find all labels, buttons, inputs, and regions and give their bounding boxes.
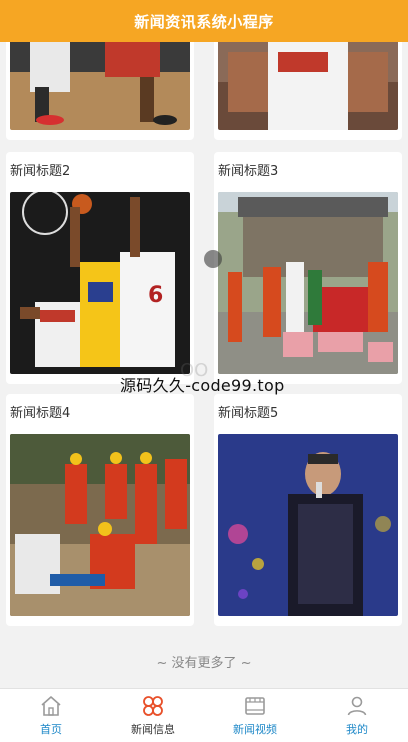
news-thumbnail[interactable]: [10, 42, 190, 130]
tab-news-video[interactable]: 新闻视频: [204, 689, 306, 742]
tab-label: 新闻信息: [131, 723, 175, 736]
app-header: 新闻资讯系统小程序: [0, 0, 408, 42]
video-frame-icon: [245, 697, 265, 715]
news-card[interactable]: 新闻标题3: [214, 152, 402, 384]
scroll-indicator-dot: [204, 250, 222, 268]
news-card[interactable]: [214, 42, 402, 140]
bottom-tab-bar: 首页 新闻信息 新闻视频 我的: [0, 688, 408, 742]
news-title[interactable]: 新闻标题2: [10, 160, 70, 179]
news-thumbnail[interactable]: [218, 42, 398, 130]
svg-text:6: 6: [148, 283, 163, 308]
user-icon: [347, 696, 367, 716]
page-title: 新闻资讯系统小程序: [134, 12, 274, 31]
news-thumbnail[interactable]: [218, 192, 398, 374]
home-icon: [41, 696, 61, 716]
tab-mine[interactable]: 我的: [306, 689, 408, 742]
tab-label: 我的: [346, 723, 368, 736]
grid-flower-icon: [143, 696, 163, 716]
news-thumbnail[interactable]: [218, 434, 398, 616]
tab-news-info[interactable]: 新闻信息: [102, 689, 204, 742]
news-thumbnail[interactable]: 6: [10, 192, 190, 374]
watermark-text: 源码久久-code99.top: [120, 376, 285, 395]
news-thumbnail[interactable]: [10, 434, 190, 616]
no-more-indicator: ~ 没有更多了 ~: [156, 656, 252, 671]
news-title[interactable]: 新闻标题3: [218, 160, 278, 179]
news-title[interactable]: 新闻标题5: [218, 402, 278, 421]
tab-home[interactable]: 首页: [0, 689, 102, 742]
news-card[interactable]: 新闻标题4: [6, 394, 194, 626]
news-title[interactable]: 新闻标题4: [10, 402, 70, 421]
news-card[interactable]: 新闻标题2 6: [6, 152, 194, 384]
news-card[interactable]: [6, 42, 194, 140]
tab-label: 首页: [40, 723, 62, 736]
tab-label: 新闻视频: [233, 723, 277, 736]
news-card[interactable]: 新闻标题5: [214, 394, 402, 626]
